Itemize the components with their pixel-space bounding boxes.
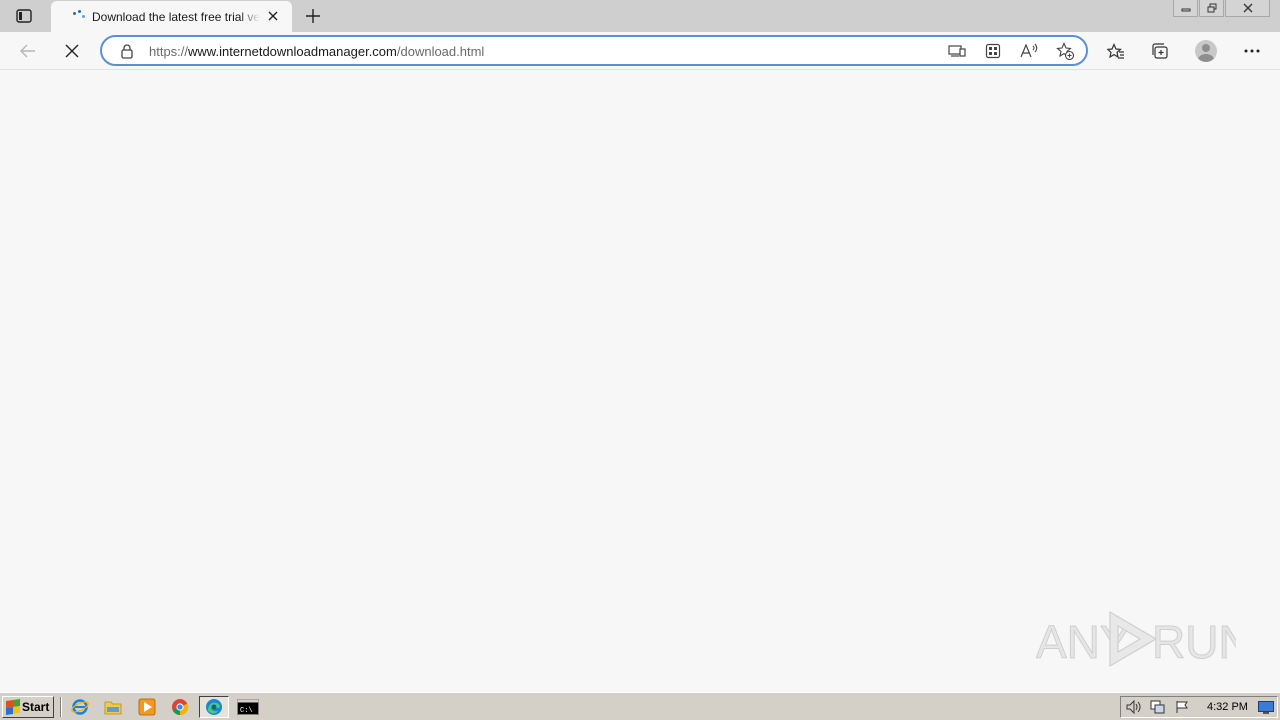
lock-icon[interactable]: [119, 43, 135, 59]
quicklaunch-command-prompt[interactable]: C:\: [237, 697, 259, 717]
tray-action-center[interactable]: [1173, 699, 1191, 715]
profile-avatar: [1195, 40, 1217, 62]
close-icon: [268, 11, 278, 21]
collections-icon: [1152, 43, 1168, 59]
stop-loading-icon: [65, 44, 79, 58]
windows-explorer-icon: [104, 701, 122, 715]
restore-button[interactable]: [1199, 0, 1224, 17]
window-close-button[interactable]: [1225, 0, 1270, 17]
favorites-icon: [1107, 43, 1124, 59]
profile-button[interactable]: [1192, 37, 1220, 65]
show-desktop-button[interactable]: [1257, 699, 1275, 715]
edge-icon: [206, 699, 222, 715]
plus-icon: [306, 9, 320, 23]
url-host: www.internetdownloadmanager.com: [188, 44, 397, 59]
page-content: [0, 71, 1280, 692]
media-player-icon: [138, 698, 156, 716]
start-label: Start: [22, 700, 50, 714]
tab-active[interactable]: Download the latest free trial version o…: [51, 1, 292, 32]
window-controls: [1172, 0, 1270, 18]
close-icon: [1243, 3, 1252, 13]
system-tray: 4:32 PM: [1120, 696, 1278, 718]
tab-title: Download the latest free trial version o…: [92, 9, 260, 24]
cmd-label: C:\: [240, 707, 253, 715]
back-arrow-icon: [20, 44, 35, 58]
windows-flag-icon: [6, 699, 20, 715]
read-aloud-button[interactable]: [1019, 42, 1039, 60]
browser-toolbar: https://www.internetdownloadmanager.com/…: [0, 32, 1280, 70]
chrome-icon: [172, 699, 189, 716]
tab-actions-button[interactable]: [12, 6, 36, 26]
app-available-icon: [948, 45, 966, 57]
play-icon: [1109, 610, 1158, 668]
quicklaunch-edge-active[interactable]: [199, 696, 229, 718]
favorites-button[interactable]: [1102, 37, 1130, 65]
tray-network[interactable]: [1149, 699, 1167, 715]
add-favorite-button[interactable]: [1055, 42, 1075, 60]
url-scheme: https://: [149, 44, 189, 59]
more-menu-icon: [1244, 49, 1260, 53]
internet-explorer-icon: [71, 699, 89, 715]
apps-button[interactable]: [983, 42, 1003, 60]
watermark-text-right: RUN: [1152, 616, 1236, 668]
new-tab-button[interactable]: [302, 6, 324, 26]
taskbar-divider: [60, 697, 62, 717]
more-menu-button[interactable]: [1238, 37, 1266, 65]
url-text[interactable]: https://www.internetdownloadmanager.com/…: [149, 44, 484, 59]
tab-strip: Download the latest free trial version o…: [0, 0, 1280, 32]
apps-icon: [985, 43, 1001, 59]
quicklaunch-chrome[interactable]: [169, 697, 191, 717]
command-prompt-icon: C:\: [237, 699, 259, 715]
quicklaunch-internet-explorer[interactable]: [69, 697, 91, 717]
restore-icon: [1207, 3, 1216, 13]
url-path: /download.html: [396, 44, 485, 59]
network-icon: [1150, 700, 1165, 714]
minimize-button[interactable]: [1173, 0, 1198, 17]
browser-window: Download the latest free trial version o…: [0, 0, 1280, 692]
loading-spinner-icon: [72, 9, 86, 24]
quicklaunch-windows-explorer[interactable]: [102, 697, 124, 717]
read-aloud-icon: [1020, 43, 1038, 58]
volume-icon: [1126, 700, 1141, 714]
anyrun-watermark-logo: ANY RUN: [1036, 610, 1236, 669]
show-desktop-icon: [1258, 700, 1274, 714]
minimize-icon: [1181, 8, 1190, 12]
tray-volume[interactable]: [1125, 699, 1143, 715]
action-center-flag-icon: [1176, 701, 1188, 713]
add-favorite-icon: [1056, 42, 1074, 60]
clock[interactable]: 4:32 PM: [1207, 701, 1248, 713]
quicklaunch-media-player[interactable]: [136, 697, 158, 717]
collections-button[interactable]: [1146, 37, 1174, 65]
tab-actions-icon: [16, 9, 32, 23]
tab-close-button[interactable]: [266, 9, 280, 23]
stop-loading-button[interactable]: [58, 37, 86, 65]
taskbar: Start C:\ 4:32 PM: [0, 692, 1280, 720]
app-available-button[interactable]: [947, 42, 967, 60]
back-button[interactable]: [14, 37, 42, 65]
start-button[interactable]: Start: [2, 696, 54, 718]
address-bar[interactable]: https://www.internetdownloadmanager.com/…: [100, 35, 1088, 66]
